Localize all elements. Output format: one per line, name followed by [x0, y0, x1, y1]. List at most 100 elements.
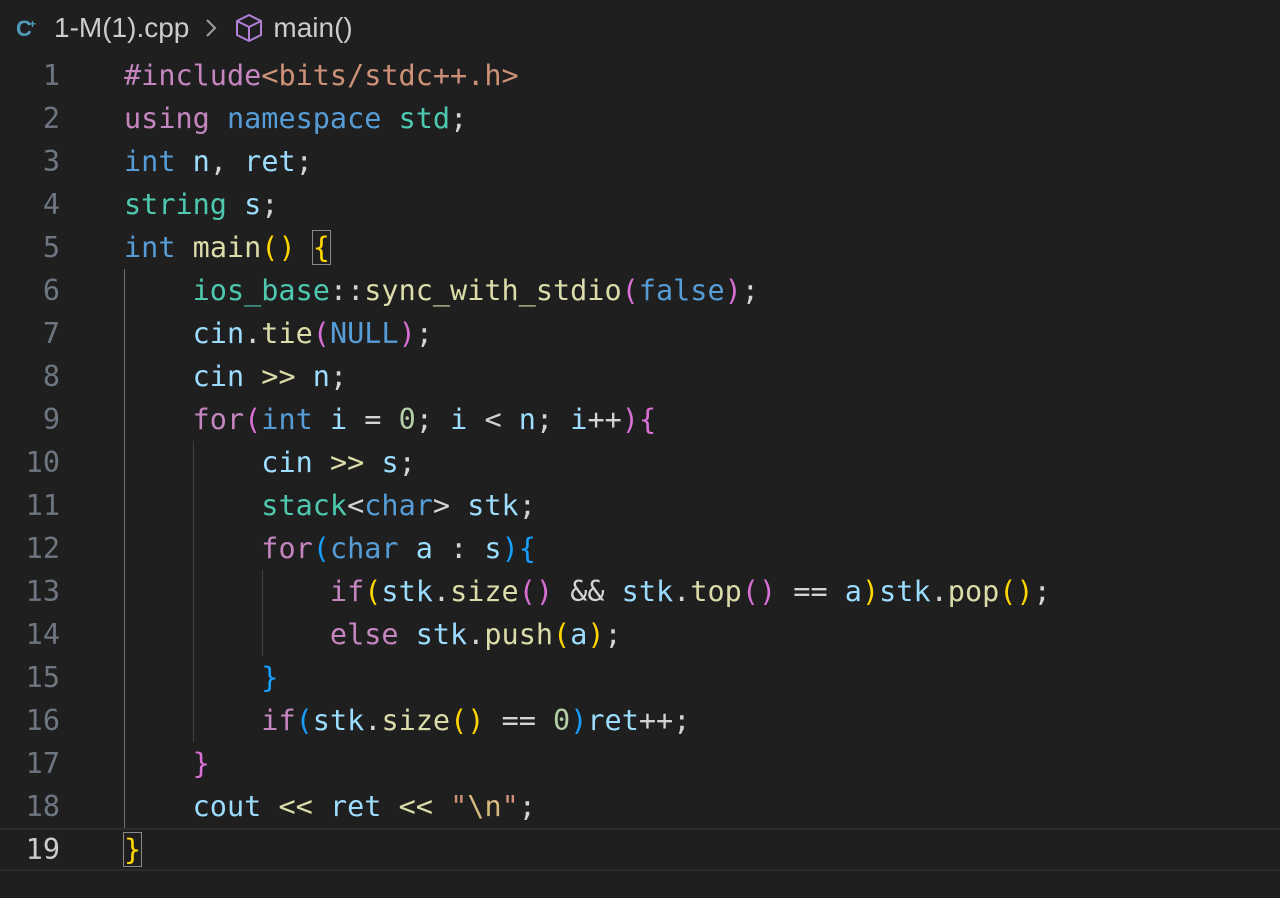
line-number: 3	[42, 145, 60, 178]
code-token: i	[570, 403, 588, 436]
code-editor[interactable]: C + 1-M(1).cpp main() 1 #include<bits/std…	[0, 0, 1280, 898]
code-line[interactable]: 11 stack<char> stk;	[0, 484, 1280, 527]
code-text[interactable]: stack<char> stk;	[124, 484, 536, 527]
code-token: ret	[587, 704, 639, 737]
code-token: .	[364, 704, 382, 737]
code-line[interactable]: 14 else stk.push(a);	[0, 613, 1280, 656]
code-text[interactable]: if(stk.size() == 0)ret++;	[124, 699, 690, 742]
code-line[interactable]: 13 if(stk.size() && stk.top() == a)stk.p…	[0, 570, 1280, 613]
code-line[interactable]: 9 for(int i = 0; i < n; i++){	[0, 398, 1280, 441]
code-token: sync_with_stdio	[364, 274, 622, 307]
code-token: i	[329, 403, 348, 436]
code-token: }	[192, 747, 210, 780]
code-line[interactable]: 2 using namespace std;	[0, 97, 1280, 140]
code-line[interactable]: 10 cin >> s;	[0, 441, 1280, 484]
code-token: tie	[261, 317, 313, 350]
breadcrumb-symbol[interactable]: main()	[273, 12, 352, 44]
code-token: ;	[261, 188, 279, 221]
line-number: 19	[25, 833, 60, 866]
code-text[interactable]: cin.tie(NULL);	[124, 312, 433, 355]
code-token: ;	[535, 403, 571, 436]
code-token: ()	[450, 704, 485, 737]
code-line[interactable]: 3 int n, ret;	[0, 140, 1280, 183]
code-token: else	[329, 618, 399, 651]
code-token: <<	[398, 790, 433, 823]
code-token: )	[501, 532, 519, 565]
code-text[interactable]: string s;	[124, 183, 278, 226]
code-token: cin	[261, 446, 313, 479]
code-token: stk	[621, 575, 674, 608]
code-text[interactable]: ios_base::sync_with_stdio(false);	[124, 269, 759, 312]
code-line[interactable]: 17 }	[0, 742, 1280, 785]
code-token: n	[192, 145, 210, 178]
code-line[interactable]: 6 ios_base::sync_with_stdio(false);	[0, 269, 1280, 312]
code-text[interactable]: }	[122, 828, 143, 871]
code-text[interactable]: }	[124, 742, 210, 785]
code-text[interactable]: #include<bits/stdc++.h>	[124, 54, 519, 97]
code-line[interactable]: 15 }	[0, 656, 1280, 699]
code-token: ()	[741, 575, 777, 608]
code-token: a	[415, 532, 433, 565]
code-line[interactable]: 5 int main() {	[0, 226, 1280, 269]
code-token: ;	[415, 403, 451, 436]
method-cube-icon[interactable]	[233, 12, 265, 44]
code-line[interactable]: 8 cin >> n;	[0, 355, 1280, 398]
line-number: 7	[42, 317, 60, 350]
code-token: >>	[329, 446, 365, 479]
cpp-file-icon[interactable]: C +	[14, 13, 44, 43]
code-token: .	[432, 575, 451, 608]
code-token: ++;	[638, 704, 691, 737]
line-number: 11	[25, 489, 60, 522]
code-token: cout	[192, 790, 262, 823]
code-line[interactable]: 1 #include<bits/stdc++.h>	[0, 54, 1280, 97]
code-token: {	[638, 403, 657, 436]
svg-text:+: +	[29, 17, 36, 31]
code-text[interactable]: int n, ret;	[124, 140, 313, 183]
code-token: string	[124, 188, 227, 221]
code-line[interactable]: 16 if(stk.size() == 0)ret++;	[0, 699, 1280, 742]
code-area[interactable]: 1 #include<bits/stdc++.h> 2 using namespace…	[0, 54, 1280, 871]
chevron-right-icon	[206, 19, 217, 37]
code-token: )	[621, 403, 639, 436]
code-token: stk	[381, 575, 433, 608]
code-text[interactable]: }	[124, 656, 278, 699]
code-text[interactable]: int main() {	[124, 226, 331, 269]
code-token: <	[467, 403, 519, 436]
code-text[interactable]: cin >> n;	[124, 355, 348, 398]
code-text[interactable]: else stk.push(a);	[124, 613, 622, 656]
code-token: ;	[450, 102, 468, 135]
code-line[interactable]: 7 cin.tie(NULL);	[0, 312, 1280, 355]
code-token: i	[450, 403, 468, 436]
code-token: stk	[312, 704, 365, 737]
code-text[interactable]: if(stk.size() && stk.top() == a)stk.pop(…	[124, 570, 1051, 613]
code-line[interactable]: 4 string s;	[0, 183, 1280, 226]
code-line[interactable]: 18 cout << ret << "\n";	[0, 785, 1280, 828]
code-token: "	[450, 790, 468, 823]
code-text[interactable]: cout << ret << "\n";	[124, 785, 536, 828]
code-token: pop	[947, 575, 1000, 608]
code-text[interactable]: for(int i = 0; i < n; i++){	[124, 398, 656, 441]
code-token: cin	[192, 360, 245, 393]
breadcrumb-file[interactable]: 1-M(1).cpp	[54, 12, 189, 44]
code-text[interactable]: for(char a : s){	[124, 527, 536, 570]
indent-guide	[262, 570, 263, 656]
indent-guide	[124, 269, 125, 828]
indent-guide	[193, 441, 194, 742]
line-number: 4	[42, 188, 60, 221]
code-token: \n	[467, 790, 502, 823]
line-number: 1	[42, 59, 60, 92]
code-token: false	[638, 274, 725, 307]
code-text[interactable]: cin >> s;	[124, 441, 416, 484]
code-line[interactable]: 12 for(char a : s){	[0, 527, 1280, 570]
code-text[interactable]: using namespace std;	[124, 97, 467, 140]
code-line[interactable]: 19}	[0, 828, 1280, 871]
